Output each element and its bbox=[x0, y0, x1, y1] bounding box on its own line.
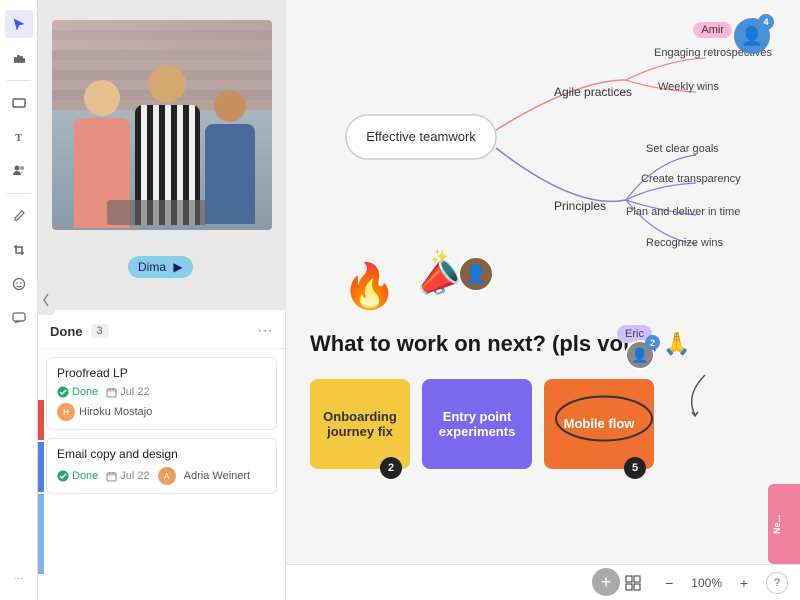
vote-card-onboarding[interactable]: Onboarding journey fix bbox=[310, 379, 410, 469]
vote-panel: 🔥 📣 ✨ 👤 What to work on next? (pls vote!… bbox=[286, 310, 800, 600]
rectangle-tool[interactable] bbox=[5, 89, 33, 117]
text-tool[interactable]: T bbox=[5, 123, 33, 151]
center-node: Effective teamwork bbox=[366, 129, 476, 144]
task-meta-1: Done Jul 22 bbox=[57, 386, 266, 398]
zoom-out-btn[interactable]: − bbox=[655, 569, 683, 597]
task-panel: Done 3 ··· Proofread LP Done Jul 22 bbox=[38, 310, 286, 600]
task-count: 3 bbox=[91, 324, 109, 338]
vote-title: What to work on next? (pls vote!) 🙏 bbox=[310, 330, 776, 359]
zoom-in-btn[interactable]: + bbox=[730, 569, 758, 597]
pink-card-label: Ne... bbox=[768, 484, 786, 564]
vote-card-1-wrapper: Onboarding journey fix 2 bbox=[310, 379, 410, 469]
hand-tool[interactable] bbox=[5, 44, 33, 72]
user2-avatar-circle-wrapper: 👤 2 bbox=[625, 340, 655, 370]
crop-view-btn[interactable] bbox=[619, 569, 647, 597]
divider bbox=[7, 80, 31, 81]
bottom-toolbar: + − 100% + ? bbox=[286, 564, 800, 600]
arrow-decoration bbox=[680, 370, 710, 425]
task-card-1[interactable]: Proofread LP Done Jul 22 H Hiroku Mostaj… bbox=[46, 357, 277, 430]
more-options[interactable]: ··· bbox=[5, 564, 33, 592]
divider bbox=[7, 193, 31, 194]
canvas: Dima ▶ 👤 1 Effective teamwork Agile prac… bbox=[38, 0, 800, 600]
dima-label: Dima ▶ bbox=[128, 256, 193, 278]
task-more-btn[interactable]: ··· bbox=[257, 322, 273, 340]
chat-tool[interactable] bbox=[5, 304, 33, 332]
crop-tool[interactable] bbox=[5, 236, 33, 264]
bottom-section: Done 3 ··· Proofread LP Done Jul 22 bbox=[38, 310, 800, 600]
left-strips bbox=[38, 400, 44, 574]
assignee-name-1: Hiroku Mostajo bbox=[79, 406, 152, 418]
user2-badge: 2 bbox=[645, 335, 660, 350]
vote-card-mobile[interactable]: Mobile flow bbox=[544, 379, 654, 469]
svg-text:Principles: Principles bbox=[554, 199, 606, 213]
emoji-tool[interactable] bbox=[5, 270, 33, 298]
task-header: Done 3 ··· bbox=[38, 310, 285, 349]
svg-text:Recognize wins: Recognize wins bbox=[646, 237, 724, 249]
task-header-left: Done 3 bbox=[50, 324, 109, 339]
help-btn[interactable]: ? bbox=[766, 572, 788, 594]
task-done-2: Done bbox=[57, 470, 98, 482]
svg-text:Plan and deliver in time: Plan and deliver in time bbox=[626, 206, 740, 218]
user2-avatar: 👤 2 bbox=[625, 340, 655, 370]
vote-card-3-wrapper: Mobile flow 5 bbox=[544, 379, 654, 469]
amir-label: Amir bbox=[693, 22, 732, 38]
fire-emoji: 🔥 bbox=[342, 260, 397, 312]
photo-area: Dima ▶ 👤 1 bbox=[38, 0, 286, 310]
another-avatar-circle: 👤 bbox=[458, 256, 494, 292]
task-done-1: Done bbox=[57, 386, 98, 398]
svg-text:Weekly wins: Weekly wins bbox=[658, 81, 719, 93]
assignee-avatar-1: H bbox=[57, 403, 75, 421]
task-date-1: Jul 22 bbox=[106, 386, 149, 398]
amir-avatar: 👤 4 bbox=[734, 18, 770, 54]
svg-text:Agile practices: Agile practices bbox=[554, 85, 632, 99]
cursor-tool[interactable] bbox=[5, 10, 33, 38]
sparkle-1: ✨ bbox=[431, 248, 448, 265]
amir-badge: 4 bbox=[758, 14, 774, 30]
task-card-2[interactable]: Email copy and design Done Jul 22 A Adri… bbox=[46, 438, 277, 494]
vote-badge-3: 5 bbox=[624, 457, 646, 479]
vote-card-entry[interactable]: Entry point experiments bbox=[422, 379, 532, 469]
task-date-2: Jul 22 bbox=[106, 470, 149, 482]
vote-card-2-wrapper: Entry point experiments bbox=[422, 379, 532, 469]
vote-badge-1: 2 bbox=[380, 457, 402, 479]
pink-card-partial: Ne... bbox=[768, 484, 800, 564]
add-button[interactable]: + bbox=[592, 568, 620, 596]
another-avatar: 👤 bbox=[458, 256, 494, 292]
amir-container: Amir 👤 4 bbox=[734, 18, 770, 54]
task-assignee-1: H Hiroku Mostajo bbox=[57, 403, 266, 421]
task-title-2: Email copy and design bbox=[57, 447, 266, 461]
svg-text:Set clear goals: Set clear goals bbox=[646, 143, 719, 155]
svg-text:Create transparency: Create transparency bbox=[641, 173, 741, 185]
task-status: Done bbox=[50, 324, 83, 339]
strip-light-blue bbox=[38, 494, 44, 574]
svg-text:T: T bbox=[15, 132, 23, 144]
sidebar: T ··· bbox=[0, 0, 38, 600]
assignee-name-2-inline: Adria Weinert bbox=[184, 470, 250, 482]
task-meta-2: Done Jul 22 A Adria Weinert bbox=[57, 467, 266, 485]
team-photo bbox=[52, 20, 272, 230]
sidebar-collapse[interactable] bbox=[37, 285, 55, 315]
users-tool[interactable] bbox=[5, 157, 33, 185]
strip-blue bbox=[38, 442, 44, 492]
assignee-avatar-2-inline: A bbox=[158, 467, 176, 485]
pen-tool[interactable] bbox=[5, 202, 33, 230]
strip-red bbox=[38, 400, 44, 440]
zoom-level: 100% bbox=[691, 576, 722, 590]
task-title-1: Proofread LP bbox=[57, 366, 266, 380]
